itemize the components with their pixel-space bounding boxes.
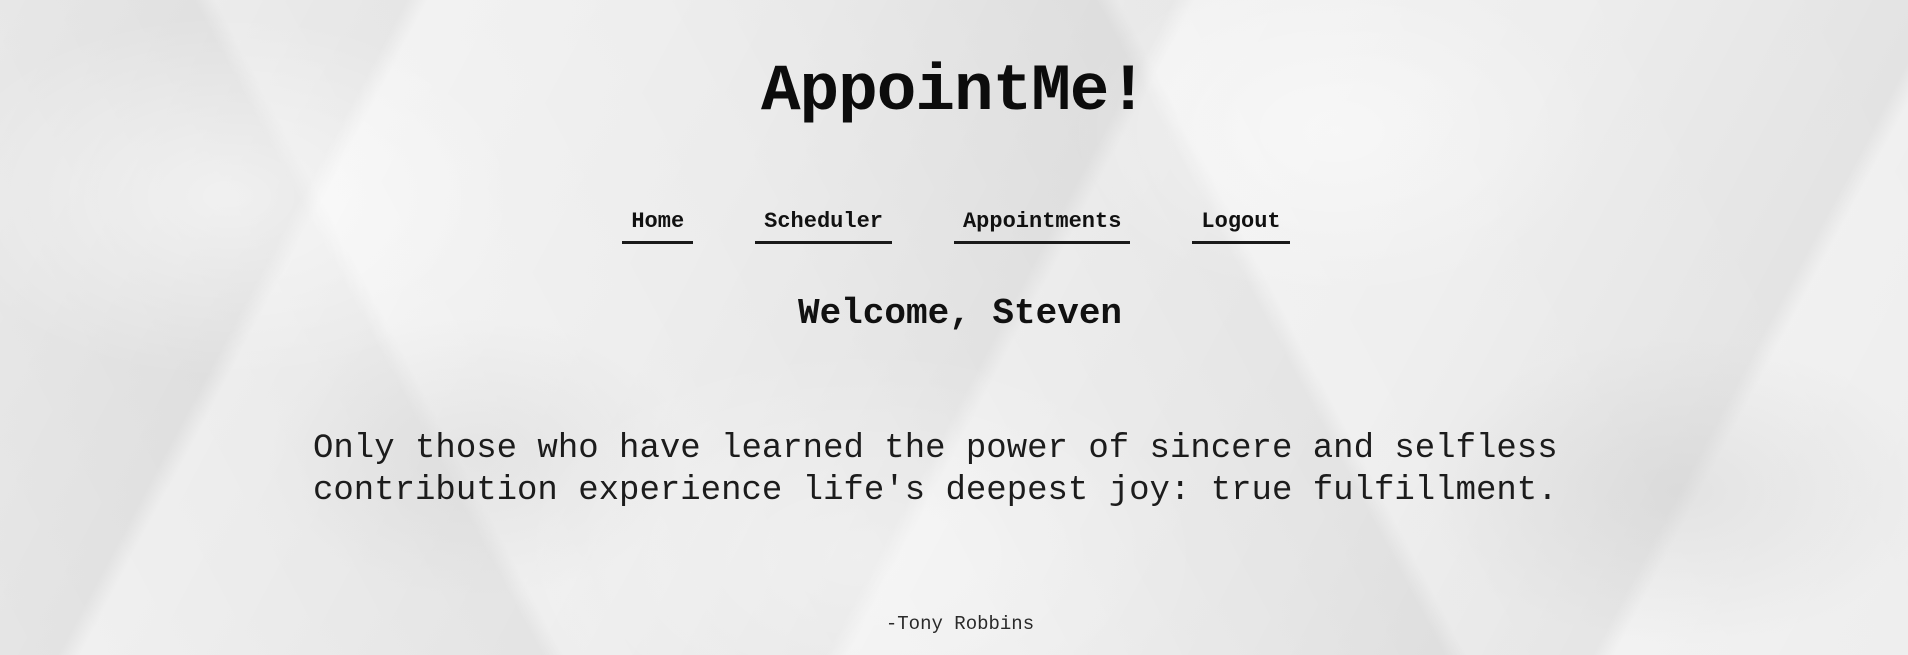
app-title: AppointMe! [760, 54, 1148, 129]
nav-link-logout[interactable]: Logout [1192, 208, 1290, 244]
quote-text: Only those who have learned the power of… [313, 430, 1558, 510]
main-nav: Home Scheduler Appointments Logout [0, 208, 1908, 244]
nav-link-appointments[interactable]: Appointments [953, 208, 1131, 244]
nav-link-home[interactable]: Home [622, 208, 694, 244]
welcome-heading: Welcome, Steven [797, 293, 1123, 334]
quote-author: -Tony Robbins [885, 613, 1035, 635]
nav-link-scheduler[interactable]: Scheduler [755, 208, 892, 244]
page: AppointMe! Home Scheduler Appointments L… [0, 0, 1908, 655]
